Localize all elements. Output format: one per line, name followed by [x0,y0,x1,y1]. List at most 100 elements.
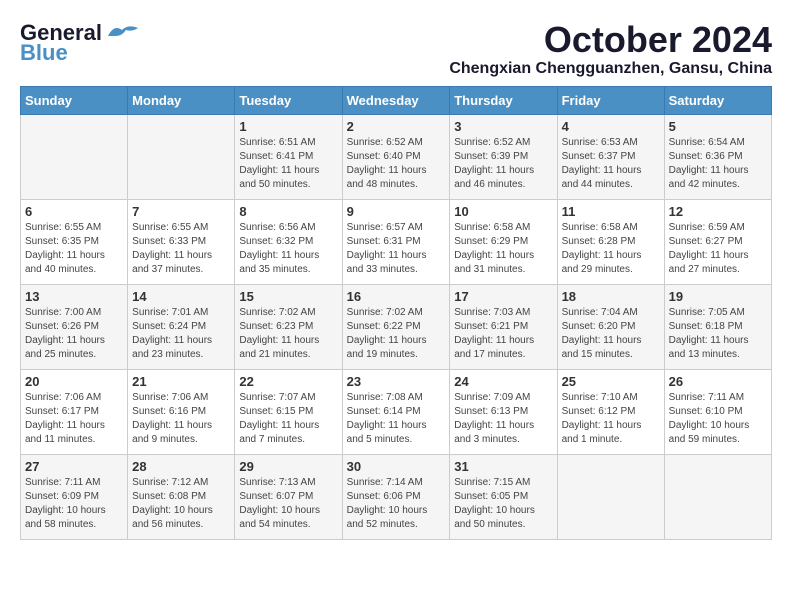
calendar-cell: 17Sunrise: 7:03 AMSunset: 6:21 PMDayligh… [450,284,557,369]
day-info: Sunrise: 7:06 AMSunset: 6:16 PMDaylight:… [132,391,230,447]
calendar-cell [21,114,128,199]
day-number: 25 [562,374,660,389]
day-info: Sunrise: 6:56 AMSunset: 6:32 PMDaylight:… [239,221,337,277]
calendar-cell: 13 Sunrise: 7:00 AMSunset: 6:26 PMDayligh… [21,284,128,369]
day-info: Sunrise: 6:55 AMSunset: 6:33 PMDaylight:… [132,221,230,277]
day-number: 4 [562,119,660,134]
calendar-cell: 28 Sunrise: 7:12 AMSunset: 6:08 PMDayligh… [128,454,235,539]
day-info: Sunrise: 7:00 AMSunset: 6:26 PMDaylight:… [25,306,123,362]
calendar-cell: 27 Sunrise: 7:11 AMSunset: 6:09 PMDayligh… [21,454,128,539]
day-info: Sunrise: 6:52 AMSunset: 6:39 PMDaylight:… [454,136,552,192]
day-number: 10 [454,204,552,219]
calendar-cell: 25 Sunrise: 7:10 AMSunset: 6:12 PMDayligh… [557,369,664,454]
day-number: 8 [239,204,337,219]
day-info: Sunrise: 7:06 AMSunset: 6:17 PMDaylight:… [25,391,123,447]
calendar-cell: 5 Sunrise: 6:54 AMSunset: 6:36 PMDaylight… [664,114,771,199]
calendar-cell: 3 Sunrise: 6:52 AMSunset: 6:39 PMDaylight… [450,114,557,199]
day-number: 3 [454,119,552,134]
calendar-cell: 14 Sunrise: 7:01 AMSunset: 6:24 PMDayligh… [128,284,235,369]
calendar-cell: 20 Sunrise: 7:06 AMSunset: 6:17 PMDayligh… [21,369,128,454]
logo-blue: Blue [20,40,68,66]
day-info: Sunrise: 7:15 AMSunset: 6:05 PMDaylight:… [454,476,552,532]
day-number: 11 [562,204,660,219]
calendar-cell: 22 Sunrise: 7:07 AMSunset: 6:15 PMDayligh… [235,369,342,454]
day-info: Sunrise: 7:11 AMSunset: 6:10 PMDaylight:… [669,391,767,447]
day-number: 17 [454,289,552,304]
day-info: Sunrise: 6:52 AMSunset: 6:40 PMDaylight:… [347,136,446,192]
day-number: 14 [132,289,230,304]
logo: General Blue [20,20,140,66]
day-number: 7 [132,204,230,219]
day-info: Sunrise: 7:12 AMSunset: 6:08 PMDaylight:… [132,476,230,532]
calendar-cell [557,454,664,539]
calendar-cell: 29 Sunrise: 7:13 AMSunset: 6:07 PMDayligh… [235,454,342,539]
calendar-cell: 6Sunrise: 6:55 AMSunset: 6:35 PMDaylight… [21,199,128,284]
logo-bird-icon [104,22,140,44]
calendar-cell: 18 Sunrise: 7:04 AMSunset: 6:20 PMDayligh… [557,284,664,369]
day-info: Sunrise: 7:08 AMSunset: 6:14 PMDaylight:… [347,391,446,447]
day-info: Sunrise: 6:58 AMSunset: 6:29 PMDaylight:… [454,221,552,277]
day-info: Sunrise: 7:01 AMSunset: 6:24 PMDaylight:… [132,306,230,362]
day-number: 20 [25,374,123,389]
calendar-cell: 8 Sunrise: 6:56 AMSunset: 6:32 PMDaylight… [235,199,342,284]
calendar-cell: 16 Sunrise: 7:02 AMSunset: 6:22 PMDayligh… [342,284,450,369]
day-info: Sunrise: 7:02 AMSunset: 6:23 PMDaylight:… [239,306,337,362]
calendar-cell: 23Sunrise: 7:08 AMSunset: 6:14 PMDayligh… [342,369,450,454]
calendar-table: SundayMondayTuesdayWednesdayThursdayFrid… [20,86,772,540]
day-info: Sunrise: 7:11 AMSunset: 6:09 PMDaylight:… [25,476,123,532]
day-number: 31 [454,459,552,474]
day-number: 19 [669,289,767,304]
day-info: Sunrise: 7:14 AMSunset: 6:06 PMDaylight:… [347,476,446,532]
day-number: 28 [132,459,230,474]
calendar-cell [664,454,771,539]
day-info: Sunrise: 7:07 AMSunset: 6:15 PMDaylight:… [239,391,337,447]
day-number: 13 [25,289,123,304]
day-info: Sunrise: 7:09 AMSunset: 6:13 PMDaylight:… [454,391,552,447]
weekday-header-friday: Friday [557,86,664,114]
day-number: 30 [347,459,446,474]
calendar-cell: 11 Sunrise: 6:58 AMSunset: 6:28 PMDayligh… [557,199,664,284]
calendar-cell: 26Sunrise: 7:11 AMSunset: 6:10 PMDayligh… [664,369,771,454]
day-number: 18 [562,289,660,304]
day-number: 1 [239,119,337,134]
day-info: Sunrise: 6:57 AMSunset: 6:31 PMDaylight:… [347,221,446,277]
day-info: Sunrise: 7:10 AMSunset: 6:12 PMDaylight:… [562,391,660,447]
day-number: 21 [132,374,230,389]
day-number: 6 [25,204,123,219]
day-number: 5 [669,119,767,134]
calendar-cell: 7 Sunrise: 6:55 AMSunset: 6:33 PMDaylight… [128,199,235,284]
day-info: Sunrise: 6:58 AMSunset: 6:28 PMDaylight:… [562,221,660,277]
location-title: Chengxian Chengguanzhen, Gansu, China [449,60,772,78]
weekday-header-sunday: Sunday [21,86,128,114]
day-info: Sunrise: 6:51 AMSunset: 6:41 PMDaylight:… [239,136,337,192]
day-info: Sunrise: 7:05 AMSunset: 6:18 PMDaylight:… [669,306,767,362]
weekday-header-saturday: Saturday [664,86,771,114]
day-number: 29 [239,459,337,474]
calendar-cell: 9 Sunrise: 6:57 AMSunset: 6:31 PMDaylight… [342,199,450,284]
day-info: Sunrise: 7:13 AMSunset: 6:07 PMDaylight:… [239,476,337,532]
day-number: 2 [347,119,446,134]
calendar-cell: 12 Sunrise: 6:59 AMSunset: 6:27 PMDayligh… [664,199,771,284]
day-info: Sunrise: 6:53 AMSunset: 6:37 PMDaylight:… [562,136,660,192]
calendar-cell: 21 Sunrise: 7:06 AMSunset: 6:16 PMDayligh… [128,369,235,454]
day-number: 12 [669,204,767,219]
day-info: Sunrise: 6:54 AMSunset: 6:36 PMDaylight:… [669,136,767,192]
title-block: October 2024 Chengxian Chengguanzhen, Ga… [449,20,772,78]
day-info: Sunrise: 7:04 AMSunset: 6:20 PMDaylight:… [562,306,660,362]
day-number: 22 [239,374,337,389]
day-info: Sunrise: 7:02 AMSunset: 6:22 PMDaylight:… [347,306,446,362]
day-number: 16 [347,289,446,304]
calendar-cell: 19 Sunrise: 7:05 AMSunset: 6:18 PMDayligh… [664,284,771,369]
calendar-cell: 2 Sunrise: 6:52 AMSunset: 6:40 PMDaylight… [342,114,450,199]
calendar-cell: 31 Sunrise: 7:15 AMSunset: 6:05 PMDayligh… [450,454,557,539]
calendar-cell: 15 Sunrise: 7:02 AMSunset: 6:23 PMDayligh… [235,284,342,369]
calendar-cell [128,114,235,199]
day-number: 27 [25,459,123,474]
weekday-header-tuesday: Tuesday [235,86,342,114]
day-info: Sunrise: 6:59 AMSunset: 6:27 PMDaylight:… [669,221,767,277]
calendar-cell: 4 Sunrise: 6:53 AMSunset: 6:37 PMDaylight… [557,114,664,199]
weekday-header-monday: Monday [128,86,235,114]
calendar-cell: 1 Sunrise: 6:51 AMSunset: 6:41 PMDaylight… [235,114,342,199]
day-number: 15 [239,289,337,304]
day-number: 9 [347,204,446,219]
